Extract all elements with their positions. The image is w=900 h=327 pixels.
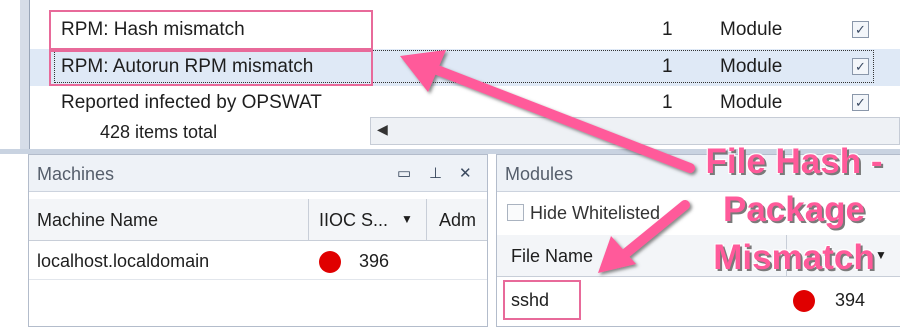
machine-name-cell: localhost.localdomain [37, 251, 210, 271]
pin-icon[interactable]: ⊥ [429, 164, 442, 182]
hide-whitelisted-checkbox[interactable] [507, 204, 524, 221]
machines-panel-header: Machines ▭ ⊥ ✕ [29, 155, 487, 192]
annotation-line: Mismatch [713, 238, 875, 277]
column-header-iioc-score[interactable]: IIOC S... ▼ [309, 199, 427, 241]
screenshot-frame: RPM: Hash mismatch 1 Module ✓ RPM: Autor… [0, 0, 900, 327]
close-icon[interactable]: ✕ [459, 164, 472, 182]
ioc-type: Module [720, 92, 783, 113]
chevron-down-icon[interactable]: ▼ [401, 212, 413, 226]
items-total-label: 428 items total [100, 122, 218, 142]
scroll-left-icon[interactable]: ◀ [377, 121, 388, 138]
annotation-line: Package [722, 190, 866, 229]
highlight-box-sshd [503, 280, 581, 320]
table-row[interactable]: localhost.localdomain 396 [29, 242, 487, 280]
column-header-machine-name[interactable]: Machine Name [29, 199, 309, 241]
highlight-box-autorun-mismatch [49, 50, 373, 86]
status-dot-icon [319, 251, 341, 273]
panel-title: Modules [505, 164, 574, 184]
annotation-callout: File Hash - Package Mismatch [694, 138, 894, 282]
highlight-box-hash-mismatch [49, 10, 373, 50]
list-left-strip [20, 0, 30, 150]
float-window-icon[interactable]: ▭ [397, 164, 411, 182]
ioc-count: 1 [662, 19, 673, 40]
panel-title: Machines [37, 164, 115, 184]
hide-whitelisted-label: Hide Whitelisted [530, 203, 661, 223]
machines-grid-header: Machine Name IIOC S... ▼ Adm [29, 199, 487, 241]
iioc-score-cell: 394 [835, 290, 866, 310]
ioc-enabled-checkbox[interactable]: ✓ [852, 21, 869, 38]
annotation-line: File Hash - [705, 142, 883, 181]
ioc-name: Reported infected by OPSWAT [61, 92, 322, 113]
iioc-score-cell: 396 [359, 251, 390, 271]
ioc-count: 1 [662, 92, 673, 113]
machines-panel: Machines ▭ ⊥ ✕ Machine Name IIOC S... ▼ … [28, 154, 488, 327]
ioc-enabled-checkbox[interactable]: ✓ [852, 94, 869, 111]
status-dot-icon [793, 290, 815, 312]
column-header-admin[interactable]: Adm [427, 199, 489, 241]
ioc-type: Module [720, 19, 783, 40]
